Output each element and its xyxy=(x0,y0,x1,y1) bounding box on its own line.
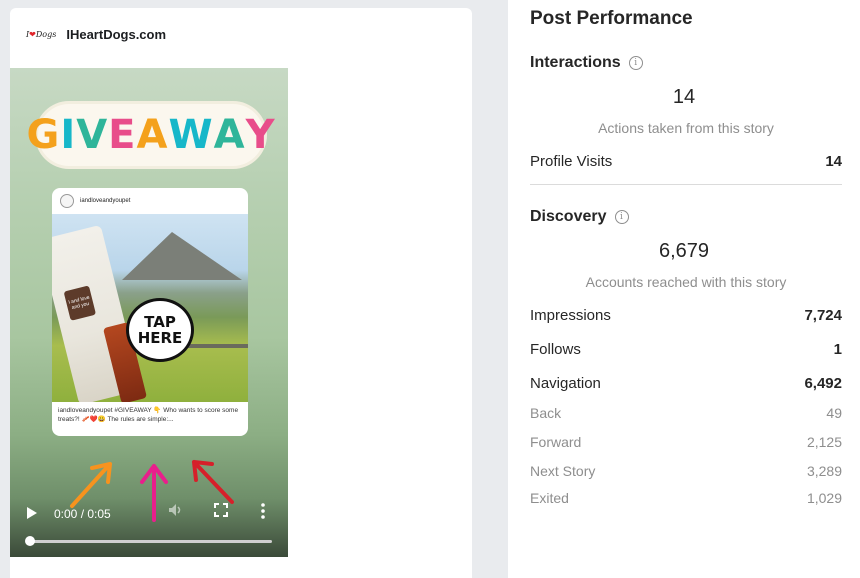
brand-header: I❤Dogs IHeartDogs.com xyxy=(26,27,166,42)
discovery-heading: Discovery i xyxy=(530,208,629,226)
shared-post-card[interactable]: iandloveandyoupet I and love and you TAP… xyxy=(52,188,248,436)
tap-here-sticker[interactable]: TAP HERE xyxy=(126,298,194,362)
heart-icon: ❤ xyxy=(29,30,36,39)
story-video[interactable]: GIVEAWAY iandloveandyoupet I and love an… xyxy=(10,68,288,557)
video-time: 0:00 / 0:05 xyxy=(54,507,111,521)
brand-name[interactable]: IHeartDogs.com xyxy=(66,27,166,42)
interactions-total: 14 xyxy=(672,86,696,108)
metric-row-navigation: Navigation 6,492 xyxy=(530,375,842,392)
brand-logo: I❤Dogs xyxy=(26,30,57,39)
metric-row-impressions: Impressions 7,724 xyxy=(530,307,842,324)
metric-row-follows: Follows 1 xyxy=(530,341,842,358)
info-icon[interactable]: i xyxy=(628,56,643,70)
post-caption: iandloveandyoupet #GIVEAWAY 👇 Who wants … xyxy=(58,407,239,423)
metric-row-forward: Forward 2,125 xyxy=(530,434,842,450)
interactions-heading: Interactions i xyxy=(530,54,643,72)
discovery-caption: Accounts reached with this story xyxy=(585,274,787,290)
giveaway-sticker: GIVEAWAY xyxy=(26,104,275,166)
metric-row-profile-visits: Profile Visits 14 xyxy=(530,153,842,170)
metric-row-exited: Exited 1,029 xyxy=(530,490,842,506)
play-icon[interactable] xyxy=(27,507,37,519)
page-title: Post Performance xyxy=(530,8,693,29)
info-icon[interactable]: i xyxy=(614,210,629,224)
metric-row-next-story: Next Story 3,289 xyxy=(530,463,842,479)
post-performance-panel: Post Performance Interactions i 14 Actio… xyxy=(508,0,860,578)
avatar xyxy=(60,194,74,208)
post-username: iandloveandyoupet xyxy=(80,198,131,204)
post-photo: I and love and you TAP HERE xyxy=(52,214,248,402)
mountain-image xyxy=(122,232,242,280)
bag-label: I and love and you xyxy=(63,285,97,321)
discovery-total: 6,679 xyxy=(658,240,710,262)
volume-icon[interactable] xyxy=(168,503,182,520)
more-options-icon[interactable] xyxy=(260,503,266,522)
progress-scrubber[interactable] xyxy=(25,536,35,546)
fullscreen-icon[interactable] xyxy=(214,503,228,520)
story-preview-card: I❤Dogs IHeartDogs.com GIVEAWAY iandlovea… xyxy=(10,8,472,578)
divider xyxy=(530,184,842,185)
video-progress-bar[interactable] xyxy=(25,536,272,546)
interactions-caption: Actions taken from this story xyxy=(598,120,774,136)
video-controls: 0:00 / 0:05 xyxy=(10,487,288,557)
post-header: iandloveandyoupet xyxy=(52,188,248,214)
metric-row-back: Back 49 xyxy=(530,405,842,421)
